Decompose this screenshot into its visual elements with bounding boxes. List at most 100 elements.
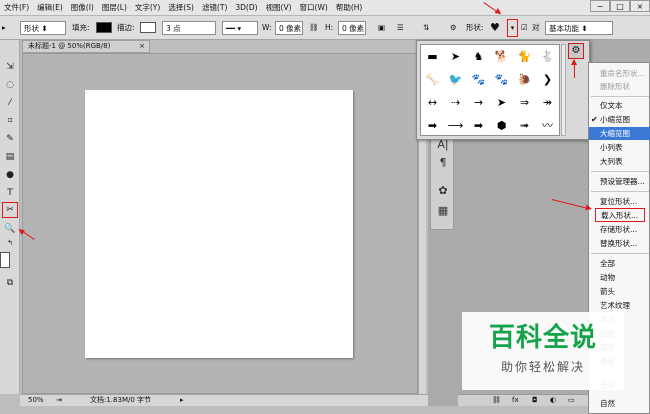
stroke-swatch[interactable] bbox=[140, 22, 156, 33]
width-input[interactable]: 0 像素 bbox=[275, 21, 303, 35]
stroke-type-select[interactable]: ━━ ▾ bbox=[222, 21, 258, 35]
menu-layer[interactable]: 图层(L) bbox=[98, 2, 131, 13]
shape-thumb[interactable]: 🐈 bbox=[513, 45, 536, 68]
shape-thumb[interactable]: ➤ bbox=[490, 91, 513, 114]
magic-wand-icon[interactable]: ⁄ bbox=[2, 96, 18, 110]
shape-thumb[interactable]: ➤ bbox=[444, 45, 467, 68]
shape-thumb[interactable]: 🐌 bbox=[513, 68, 536, 91]
menu-3d[interactable]: 3D(D) bbox=[231, 3, 261, 12]
menu-type[interactable]: 文字(Y) bbox=[131, 2, 164, 13]
shape-picker-scrollbar[interactable] bbox=[561, 44, 566, 136]
shape-thumb[interactable]: 🦴 bbox=[421, 68, 444, 91]
zoom-tool-icon[interactable]: 🔍 bbox=[2, 222, 18, 236]
shape-thumb[interactable]: 〰 bbox=[536, 114, 559, 137]
menu-view[interactable]: 视图(V) bbox=[262, 2, 296, 13]
menu-item-arrows[interactable]: 箭头 bbox=[589, 285, 650, 298]
blur-tool-icon[interactable]: ● bbox=[2, 168, 18, 182]
menu-item-large-list[interactable]: 大列表 bbox=[589, 155, 650, 168]
shape-thumb[interactable]: 🐾 bbox=[467, 68, 490, 91]
menu-item-preset-manager[interactable]: 预设管理器... bbox=[589, 175, 650, 188]
type-tool-icon[interactable]: T bbox=[2, 186, 18, 200]
grid-panel-icon[interactable]: ▦ bbox=[435, 203, 451, 219]
shape-thumb[interactable]: ⟶ bbox=[444, 114, 467, 137]
path-ops-icon[interactable]: ▣ bbox=[378, 21, 385, 35]
menu-select[interactable]: 选择(S) bbox=[164, 2, 198, 13]
shape-thumb[interactable]: ↠ bbox=[536, 91, 559, 114]
height-input[interactable]: 0 像素 bbox=[338, 21, 366, 35]
tool-mode-select[interactable]: 形状 ⬍ bbox=[20, 21, 66, 35]
menu-item-all[interactable]: 全部 bbox=[589, 257, 650, 270]
menu-image[interactable]: 图像(I) bbox=[67, 2, 98, 13]
workspace-select[interactable]: 基本功能 ⬍ bbox=[545, 21, 613, 35]
shape-thumb[interactable]: ⬢ bbox=[490, 114, 513, 137]
align-edges-checkbox[interactable]: ☑ bbox=[521, 21, 528, 35]
menu-help[interactable]: 帮助(H) bbox=[332, 2, 367, 13]
shape-thumb[interactable]: ➟ bbox=[513, 114, 536, 137]
swap-colors-icon[interactable]: ↰ bbox=[2, 236, 18, 250]
minimize-button[interactable]: − bbox=[590, 0, 610, 12]
shape-thumb[interactable]: 🐾 bbox=[490, 68, 513, 91]
shape-thumb[interactable]: ⇢ bbox=[444, 91, 467, 114]
mask-icon[interactable]: ◘ bbox=[532, 395, 538, 406]
gradient-tool-icon[interactable]: ▤ bbox=[2, 150, 18, 164]
menu-item-replace-shapes[interactable]: 替换形状... bbox=[589, 237, 650, 250]
stroke-size-input[interactable]: 3 点 bbox=[162, 21, 216, 35]
shape-thumb[interactable]: → bbox=[467, 91, 490, 114]
shape-thumb[interactable]: 🐦 bbox=[444, 68, 467, 91]
menu-item-text-only[interactable]: 仅文本 bbox=[589, 99, 650, 112]
menu-item-save-shapes[interactable]: 存储形状... bbox=[589, 223, 650, 236]
menu-item-small-thumbnail[interactable]: ✔ 小缩览图 bbox=[589, 113, 650, 126]
shape-thumb[interactable]: ▬ bbox=[421, 45, 444, 68]
shape-picker-dropdown[interactable]: ▾ bbox=[507, 19, 518, 37]
menu-item-animals[interactable]: 动物 bbox=[589, 271, 650, 284]
crop-tool-icon[interactable]: ⌗ bbox=[2, 114, 18, 128]
tool-preset-icon[interactable]: ▸ bbox=[2, 21, 6, 35]
link-icon[interactable]: ⛓ bbox=[309, 21, 319, 35]
shape-thumb[interactable]: 🐇 bbox=[536, 45, 559, 68]
menu-item-small-list[interactable]: 小列表 bbox=[589, 141, 650, 154]
screen-mode-icon[interactable]: ⧉ bbox=[2, 276, 18, 290]
path-align-icon[interactable]: ☰ bbox=[397, 21, 404, 35]
menu-edit[interactable]: 编辑(E) bbox=[33, 2, 67, 13]
menu-item-delete-shape[interactable]: 删除形状 bbox=[589, 80, 650, 93]
menu-item-nature[interactable]: 自然 bbox=[589, 397, 650, 410]
shape-thumb[interactable]: ♞ bbox=[467, 45, 490, 68]
canvas[interactable] bbox=[85, 90, 353, 358]
restore-button[interactable]: □ bbox=[610, 0, 630, 12]
shape-thumb[interactable]: ⇒ bbox=[513, 91, 536, 114]
adjustment-icon[interactable]: ◐ bbox=[550, 395, 556, 406]
menu-item-rename-shape[interactable]: 重命名形状... bbox=[589, 67, 650, 80]
move-tool-icon[interactable]: ⇲ bbox=[2, 60, 18, 74]
shape-picker-menu-button[interactable]: ⚙ bbox=[568, 43, 584, 59]
lasso-tool-icon[interactable]: ◌ bbox=[2, 78, 18, 92]
fx-icon[interactable]: fx bbox=[512, 395, 519, 406]
status-arrow-icon[interactable]: ▸ bbox=[180, 395, 184, 406]
menu-item-reset-shapes[interactable]: 复位形状... bbox=[589, 195, 650, 208]
folder-icon[interactable]: ▭ bbox=[568, 395, 575, 406]
close-button[interactable]: × bbox=[630, 0, 650, 12]
gear-icon[interactable]: ⚙ bbox=[450, 21, 457, 35]
fill-swatch[interactable] bbox=[96, 22, 112, 33]
menu-item-artistic-textures[interactable]: 艺术纹理 bbox=[589, 299, 650, 312]
export-icon[interactable]: ⇥ bbox=[56, 395, 62, 406]
menu-window[interactable]: 窗口(W) bbox=[296, 2, 332, 13]
zoom-level[interactable]: 50% bbox=[28, 395, 44, 406]
shape-thumb[interactable]: ➡ bbox=[421, 114, 444, 137]
document-tab[interactable]: 未标题-1 @ 50%(RGB/8) × bbox=[22, 40, 150, 53]
shape-thumb[interactable]: ↔ bbox=[421, 91, 444, 114]
link-layers-icon[interactable]: ⛓ bbox=[492, 395, 501, 406]
brush-tool-icon[interactable]: ✎ bbox=[2, 132, 18, 146]
styles-panel-icon[interactable]: ✿ bbox=[435, 183, 451, 199]
menu-item-large-thumbnail[interactable]: 大缩览图 bbox=[589, 127, 650, 140]
shape-thumb[interactable]: ➡ bbox=[467, 114, 490, 137]
custom-shape-tool-icon[interactable]: ✂ bbox=[2, 202, 18, 218]
shape-thumb[interactable]: 🐕 bbox=[490, 45, 513, 68]
paragraph-panel-icon[interactable]: ¶ bbox=[435, 155, 451, 171]
background-color-swatch[interactable] bbox=[0, 252, 10, 268]
menu-filter[interactable]: 滤镜(T) bbox=[198, 2, 231, 13]
close-tab-icon[interactable]: × bbox=[139, 41, 145, 52]
heart-shape-icon[interactable]: ♥ bbox=[490, 21, 500, 35]
menu-file[interactable]: 文件(F) bbox=[0, 2, 33, 13]
menu-item-load-shapes[interactable]: 载入形状... bbox=[595, 208, 645, 222]
path-arrange-icon[interactable]: ⇅ bbox=[423, 21, 429, 35]
